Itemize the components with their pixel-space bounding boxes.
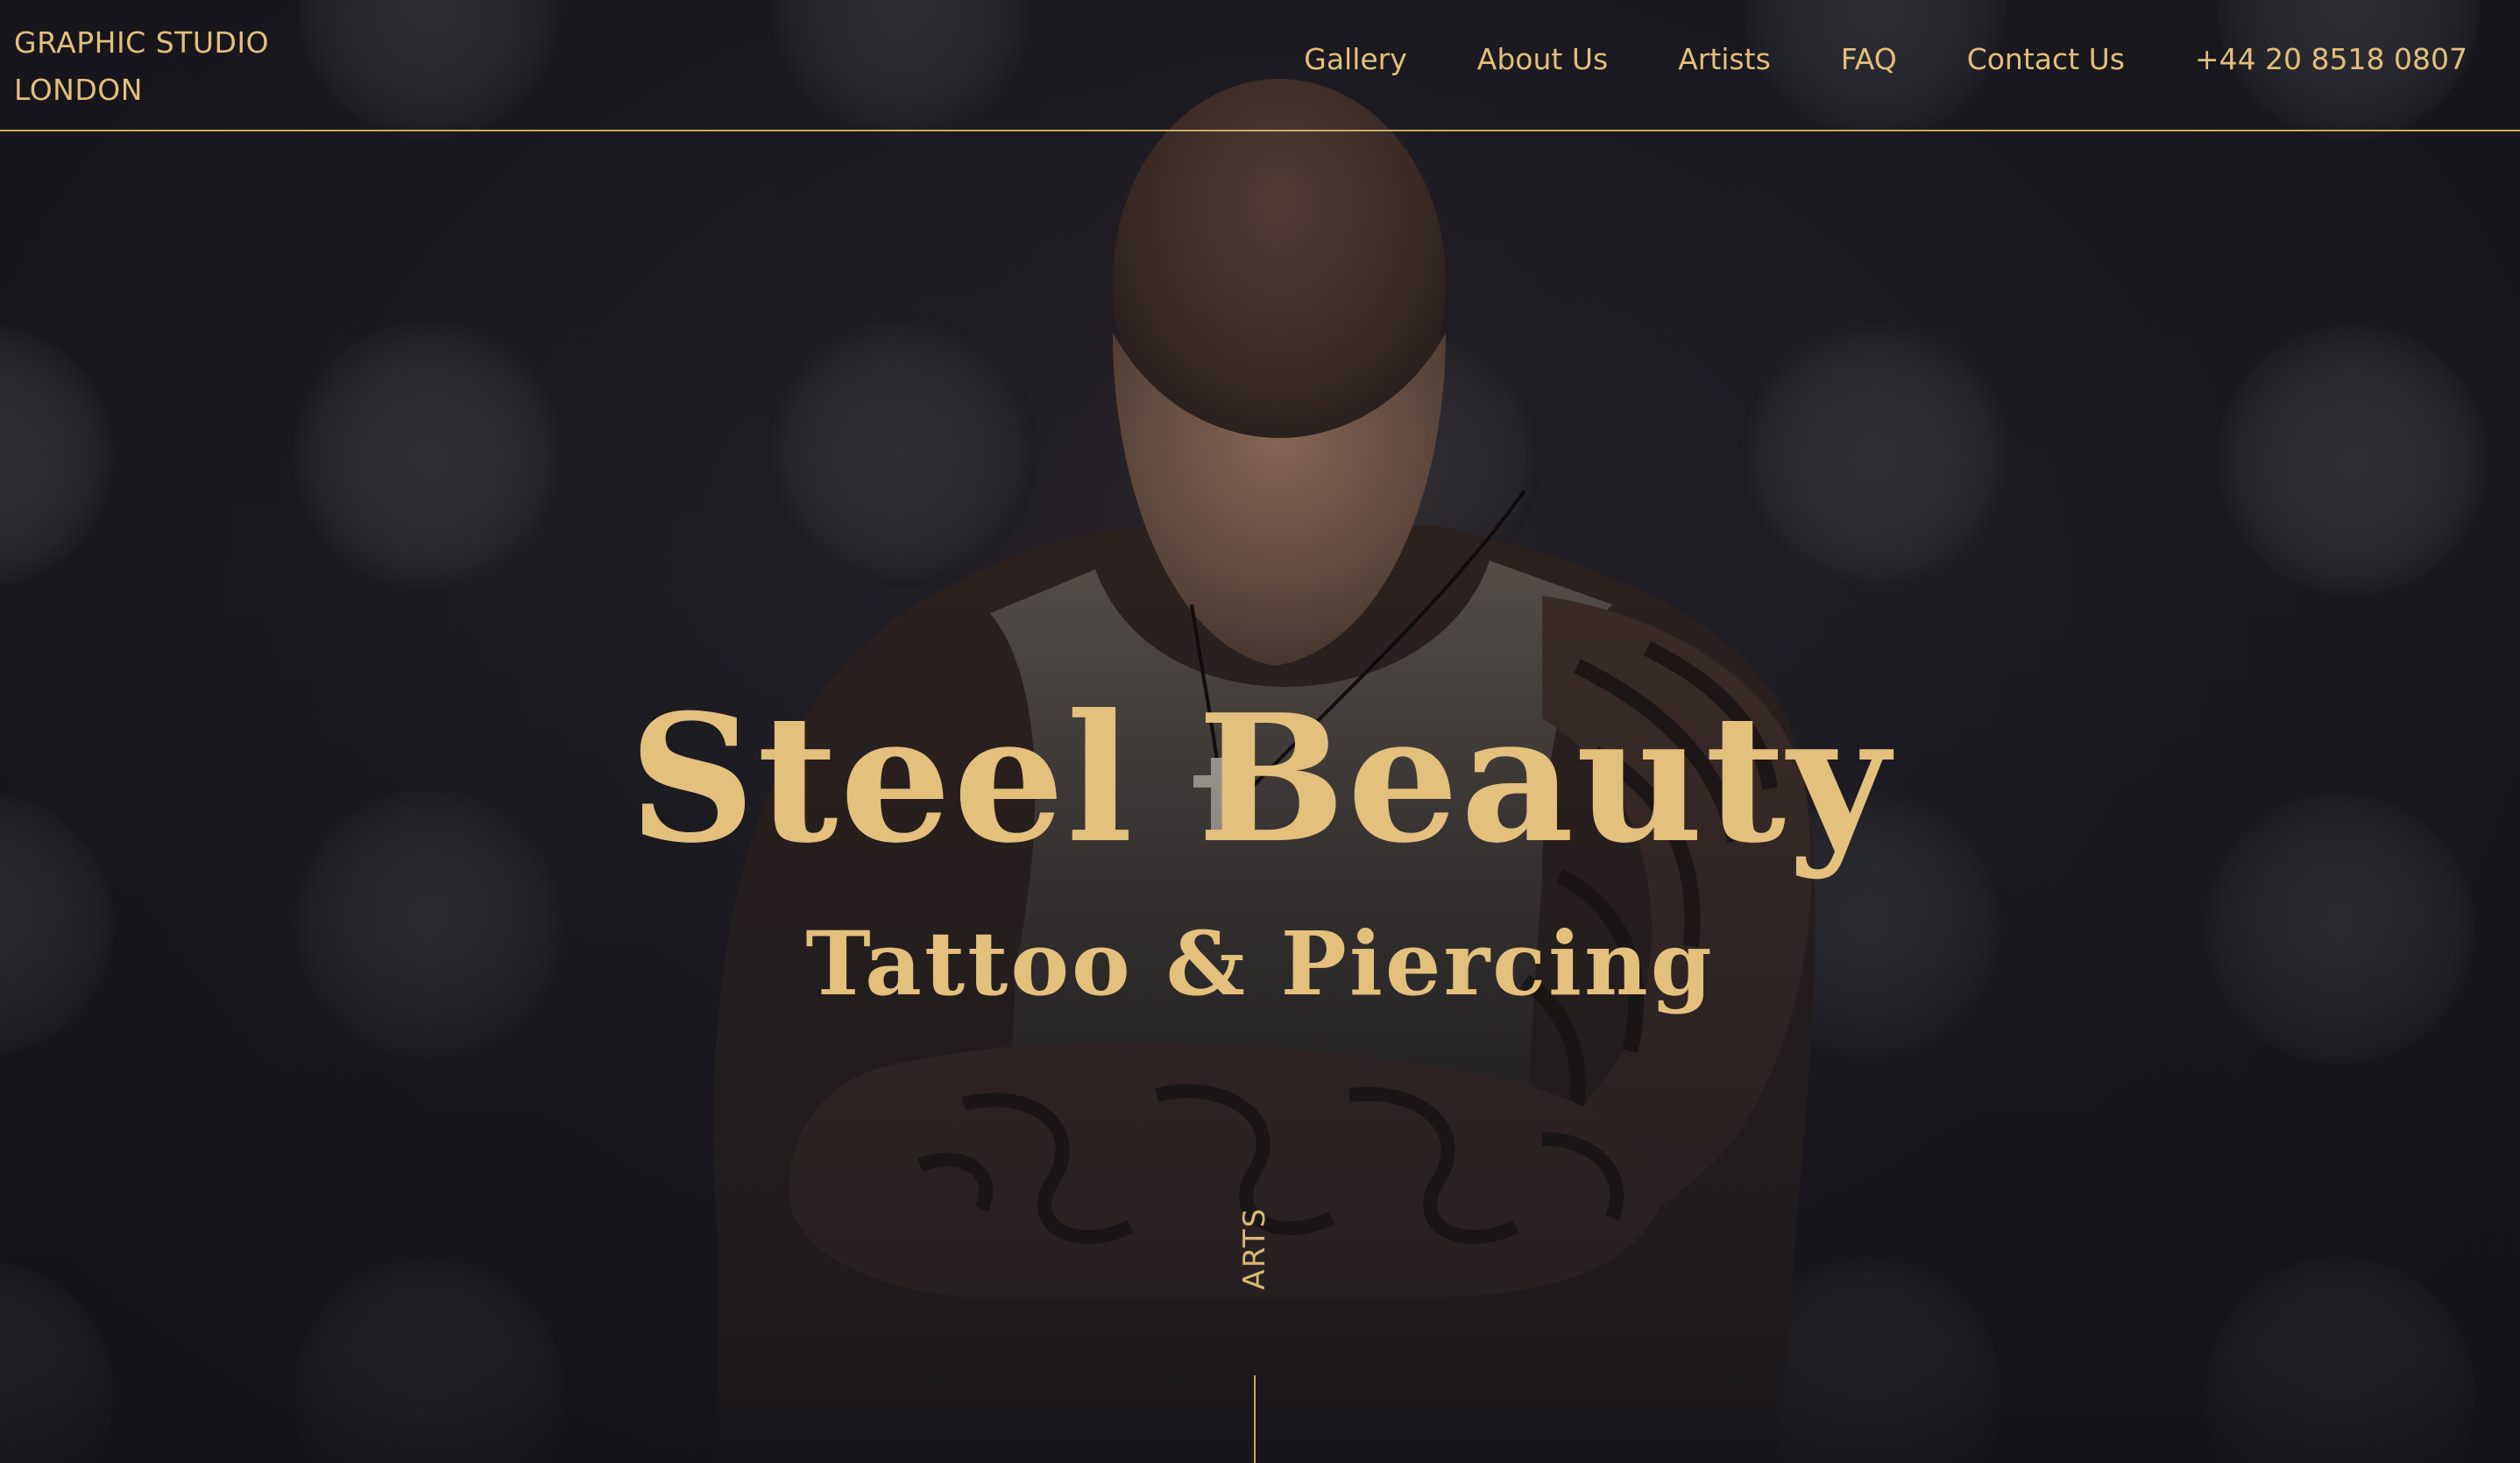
nav-artists[interactable]: Artists <box>1678 42 1771 76</box>
nav-gallery[interactable]: Gallery <box>1304 42 1407 76</box>
scroll-indicator-line <box>1254 1375 1256 1463</box>
nav-phone-link[interactable]: +44 20 8518 0807 <box>2195 42 2467 76</box>
site-header: GRAPHIC STUDIO LONDON Gallery About Us A… <box>0 0 2520 131</box>
main-nav: Gallery About Us Artists FAQ Contact Us … <box>1304 42 2467 76</box>
hero-title: Steel Beauty <box>628 676 1892 882</box>
hero-subtitle: Tattoo & Piercing <box>805 912 1715 1015</box>
nav-about-us[interactable]: About Us <box>1477 42 1608 76</box>
nav-contact-us[interactable]: Contact Us <box>1967 42 2125 76</box>
arts-label: ARTS <box>1237 1206 1272 1290</box>
nav-faq[interactable]: FAQ <box>1841 42 1897 76</box>
brand-logo[interactable]: GRAPHIC STUDIO LONDON <box>14 19 269 114</box>
brand-line-2: LONDON <box>14 73 143 107</box>
brand-line-1: GRAPHIC STUDIO <box>14 25 270 60</box>
